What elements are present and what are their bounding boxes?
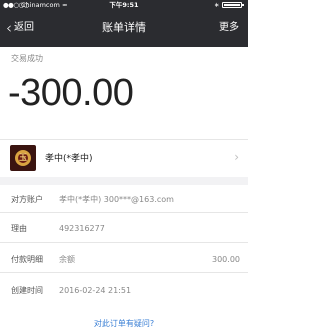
contact-row[interactable]: 玉 孝中(*孝中) › xyxy=(0,140,248,176)
detail-row-reason: 理由 492316277 xyxy=(0,218,248,240)
transaction-amount: -300.00 xyxy=(8,72,134,114)
divider xyxy=(0,212,248,213)
more-button[interactable]: 更多 xyxy=(219,21,239,35)
battery-icon xyxy=(222,2,244,8)
detail-label: 理由 xyxy=(11,224,27,233)
divider xyxy=(0,242,248,243)
section-gap xyxy=(0,177,248,185)
divider xyxy=(0,272,248,273)
status-time: 下午9:51 xyxy=(109,1,139,9)
detail-value: 2016-02-24 21:51 xyxy=(59,286,132,295)
detail-label: 创建时间 xyxy=(11,286,43,295)
detail-label: 对方账户 xyxy=(11,195,43,204)
navigation-bar: ‹ 返回 账单详情 更多 xyxy=(0,10,248,47)
page-title: 账单详情 xyxy=(102,21,146,34)
detail-value: 492316277 xyxy=(59,224,105,233)
transaction-status: 交易成功 xyxy=(11,54,43,63)
bluetooth-icon: ∗ xyxy=(214,1,220,9)
detail-row-payment: 付款明细 余额 300.00 xyxy=(0,249,248,271)
chevron-right-icon: › xyxy=(234,150,239,164)
detail-value: 孝中(*孝中) 300***@163.com xyxy=(59,195,174,204)
avatar: 玉 xyxy=(10,145,36,171)
detail-row-created-time: 创建时间 2016-02-24 21:51 xyxy=(0,280,248,302)
detail-row-account: 对方账户 孝中(*孝中) 300***@163.com xyxy=(0,189,248,211)
status-bar: ●●○○○ Chinamcom ≈ 下午9:51 ∗ xyxy=(0,0,248,10)
detail-label: 付款明细 xyxy=(11,255,43,264)
detail-value: 余额 xyxy=(59,255,75,264)
contact-name: 孝中(*孝中) xyxy=(45,154,93,164)
avatar-char: 玉 xyxy=(19,153,27,162)
payment-amount: 300.00 xyxy=(212,255,240,264)
order-question-link[interactable]: 对此订单有疑问? xyxy=(0,318,248,329)
